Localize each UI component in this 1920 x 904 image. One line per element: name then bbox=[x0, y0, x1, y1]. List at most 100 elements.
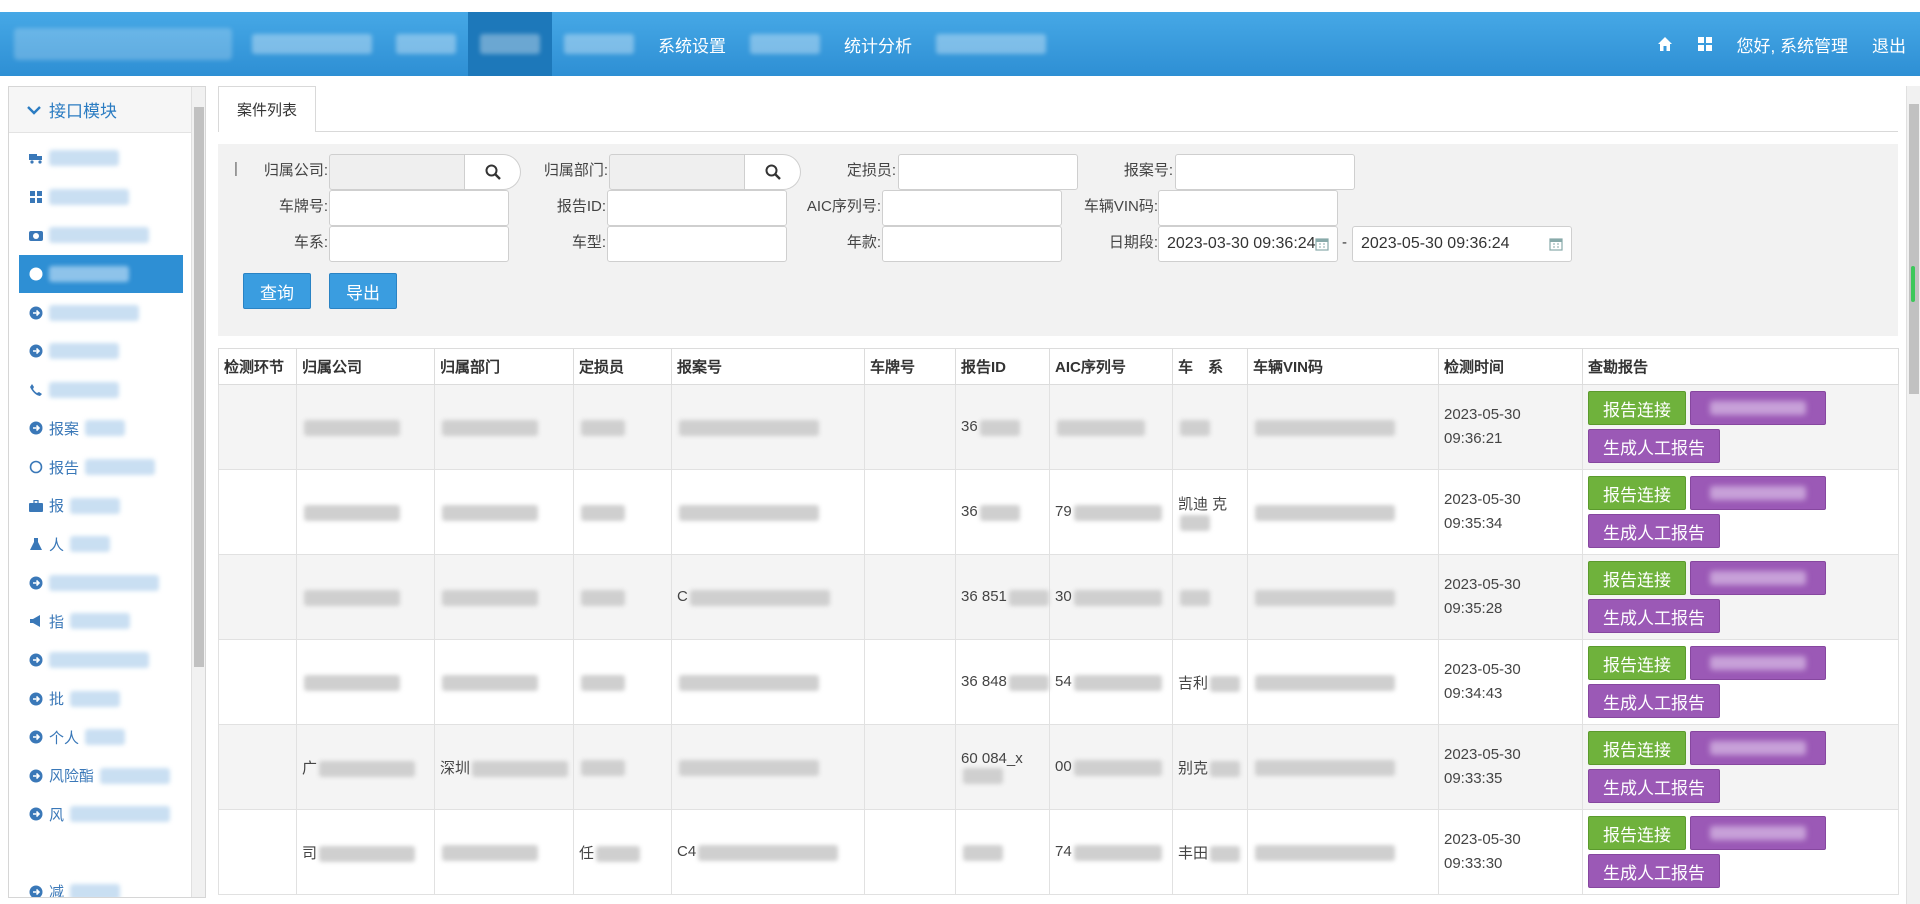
nav-item-6[interactable]: 统计分析 bbox=[832, 12, 924, 76]
sidebar-label-redacted bbox=[85, 459, 156, 476]
column-header[interactable]: 查勘报告 bbox=[1582, 348, 1899, 385]
grid-menu-icon[interactable] bbox=[1697, 36, 1713, 52]
report-id-label: 报告ID: bbox=[556, 198, 606, 215]
nav-item-2[interactable] bbox=[468, 12, 552, 76]
sidebar-scrollbar[interactable] bbox=[191, 87, 205, 897]
sidebar-item-16[interactable]: 风险酯 bbox=[9, 757, 191, 796]
query-button[interactable]: 查询 bbox=[243, 273, 311, 309]
cell-report-actions: 报告连接生成人工报告 bbox=[1582, 469, 1899, 555]
table-row[interactable]: 36 2023-05-30 09:36:21 报告连接 生成人工报告 bbox=[218, 384, 1899, 470]
year-input[interactable] bbox=[882, 226, 1062, 262]
aic-input[interactable] bbox=[882, 190, 1062, 226]
report-link-button[interactable]: 报告连接 bbox=[1588, 391, 1686, 425]
column-header[interactable]: 检测时间 bbox=[1438, 348, 1583, 385]
sidebar-module-header[interactable]: 接口模块 bbox=[9, 87, 205, 133]
report-id-input[interactable] bbox=[607, 190, 787, 226]
cell-redacted bbox=[581, 589, 625, 606]
sidebar-item-label: 风险酯 bbox=[49, 768, 95, 786]
column-header[interactable]: 定损员 bbox=[573, 348, 672, 385]
home-icon[interactable] bbox=[1657, 36, 1673, 52]
report-link-button[interactable]: 报告连接 bbox=[1588, 816, 1686, 850]
sidebar-item-18[interactable] bbox=[9, 834, 191, 873]
report-extra-button[interactable] bbox=[1690, 646, 1826, 680]
dept-field[interactable] bbox=[609, 154, 745, 190]
generate-manual-report-button[interactable]: 生成人工报告 bbox=[1588, 429, 1720, 463]
table-row[interactable]: C 36 851 30 2023-05-30 09:35:28 报告连接 生成人工报告 bbox=[218, 554, 1899, 640]
generate-manual-report-button[interactable]: 生成人工报告 bbox=[1588, 854, 1720, 888]
sidebar-scroll-thumb[interactable] bbox=[194, 107, 204, 667]
model-input[interactable] bbox=[607, 226, 787, 262]
table-row[interactable]: 司 任 C4 74 丰田 2023-05-30 09:33:30 报告连接 生成人工报告 bbox=[218, 809, 1899, 895]
logout-link[interactable]: 退出 bbox=[1872, 32, 1906, 57]
sidebar-item-19[interactable]: 减 bbox=[9, 872, 191, 897]
case-no-input[interactable] bbox=[1175, 154, 1355, 190]
sidebar-item-4[interactable] bbox=[9, 293, 191, 332]
sidebar-item-8[interactable]: 报告 bbox=[9, 448, 191, 487]
sidebar-item-3[interactable] bbox=[19, 254, 183, 294]
nav-item-1[interactable] bbox=[384, 12, 468, 76]
column-header[interactable]: 报告ID bbox=[955, 348, 1050, 385]
cell-redacted bbox=[1073, 674, 1162, 691]
report-link-button[interactable]: 报告连接 bbox=[1588, 476, 1686, 510]
nav-item-0[interactable] bbox=[240, 12, 384, 76]
vin-input[interactable] bbox=[1158, 190, 1338, 226]
report-link-button[interactable]: 报告连接 bbox=[1588, 731, 1686, 765]
sidebar-item-10[interactable]: 人 bbox=[9, 525, 191, 564]
sidebar-item-9[interactable]: 报 bbox=[9, 486, 191, 525]
plate-input[interactable] bbox=[329, 190, 509, 226]
generate-manual-report-button[interactable]: 生成人工报告 bbox=[1588, 514, 1720, 548]
sidebar-item-15[interactable]: 个人 bbox=[9, 718, 191, 757]
sidebar-item-5[interactable] bbox=[9, 332, 191, 371]
column-header[interactable]: 车辆VIN码 bbox=[1247, 348, 1439, 385]
report-link-button[interactable]: 报告连接 bbox=[1588, 561, 1686, 595]
column-header[interactable]: 归属公司 bbox=[296, 348, 435, 385]
sidebar-item-1[interactable] bbox=[9, 178, 191, 217]
column-header[interactable]: 报案号 bbox=[671, 348, 865, 385]
sidebar-item-7[interactable]: 报案 bbox=[9, 409, 191, 448]
table-row[interactable]: 36 848 54 吉利 2023-05-30 09:34:43 报告连接 生成人工报告 bbox=[218, 639, 1899, 725]
sidebar-item-2[interactable] bbox=[9, 216, 191, 255]
sidebar-item-12[interactable]: 指 bbox=[9, 602, 191, 641]
sidebar-item-14[interactable]: 批 bbox=[9, 679, 191, 718]
detect-date: 2023-05-30 bbox=[1444, 491, 1521, 508]
nav-label-redacted bbox=[480, 34, 540, 54]
generate-manual-report-button[interactable]: 生成人工报告 bbox=[1588, 599, 1720, 633]
date-separator: - bbox=[1342, 234, 1347, 251]
sidebar-item-11[interactable] bbox=[9, 564, 191, 603]
sidebar-item-6[interactable] bbox=[9, 371, 191, 410]
generate-manual-report-button[interactable]: 生成人工报告 bbox=[1588, 769, 1720, 803]
company-field[interactable] bbox=[329, 154, 465, 190]
column-header[interactable]: 检测环节 bbox=[218, 348, 297, 385]
export-button[interactable]: 导出 bbox=[329, 273, 397, 309]
column-header[interactable]: 车 系 bbox=[1172, 348, 1248, 385]
tab-case-list[interactable]: 案件列表 bbox=[218, 86, 316, 132]
column-header[interactable]: 车牌号 bbox=[864, 348, 956, 385]
sidebar-item-0[interactable] bbox=[9, 139, 191, 178]
nav-item-5[interactable] bbox=[738, 12, 832, 76]
column-header[interactable]: AIC序列号 bbox=[1049, 348, 1173, 385]
report-extra-button[interactable] bbox=[1690, 816, 1826, 850]
report-extra-button[interactable] bbox=[1690, 731, 1826, 765]
nav-item-4[interactable]: 系统设置 bbox=[646, 12, 738, 76]
sidebar-label-redacted bbox=[70, 613, 131, 630]
report-extra-button[interactable] bbox=[1690, 391, 1826, 425]
circle-arrow-icon bbox=[29, 730, 43, 744]
nav-item-7[interactable] bbox=[924, 12, 1058, 76]
sidebar-item-17[interactable]: 风 bbox=[9, 795, 191, 834]
report-link-button[interactable]: 报告连接 bbox=[1588, 646, 1686, 680]
report-extra-button[interactable] bbox=[1690, 476, 1826, 510]
report-extra-button[interactable] bbox=[1690, 561, 1826, 595]
table-row[interactable]: 36 79 凯迪 克 2023-05-30 09:35:34 报告连接 生成人工报告 bbox=[218, 469, 1899, 555]
page-scrollbar[interactable] bbox=[1906, 86, 1920, 904]
table-row[interactable]: 广 深圳 60 084_x 00 别克 2023-05-30 09:33:35 报告连接 生成人… bbox=[218, 724, 1899, 810]
column-header[interactable]: 归属部门 bbox=[434, 348, 574, 385]
date-from-input[interactable]: 2023-03-30 09:36:24 bbox=[1158, 226, 1338, 262]
nav-item-3[interactable] bbox=[552, 12, 646, 76]
date-to-input[interactable]: 2023-05-30 09:36:24 bbox=[1352, 226, 1572, 262]
sidebar-item-13[interactable] bbox=[9, 641, 191, 680]
assessor-input[interactable] bbox=[898, 154, 1078, 190]
page-scroll-thumb[interactable] bbox=[1909, 104, 1919, 394]
series-input[interactable] bbox=[329, 226, 509, 262]
generate-manual-report-button[interactable]: 生成人工报告 bbox=[1588, 684, 1720, 718]
user-greeting[interactable]: 您好, 系统管理 bbox=[1737, 32, 1848, 57]
